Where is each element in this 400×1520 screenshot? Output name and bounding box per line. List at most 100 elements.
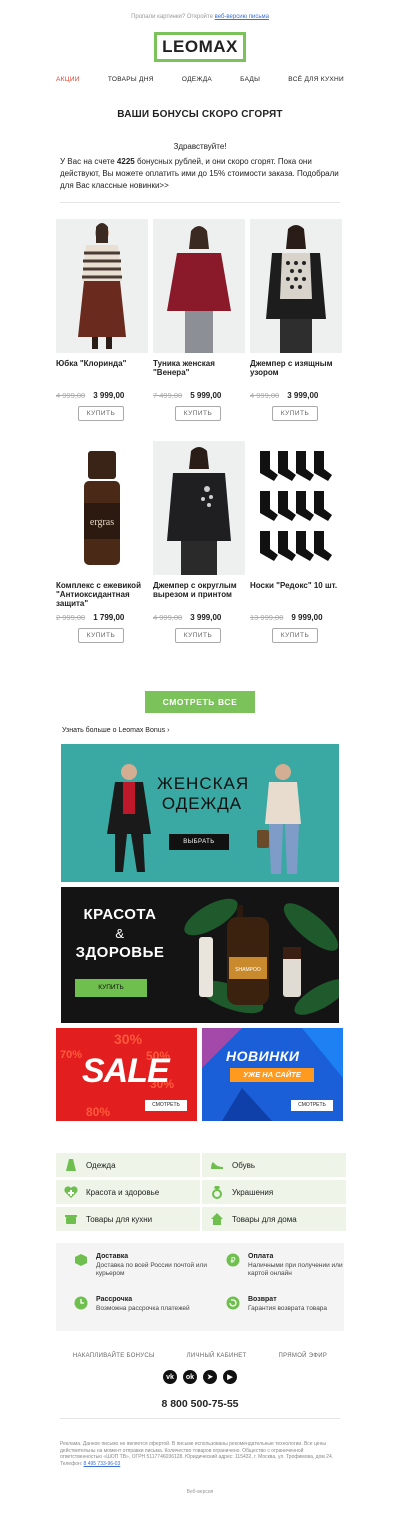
- banner-new[interactable]: НОВИНКИ УЖЕ НА САЙТЕ СМОТРЕТЬ: [202, 1028, 343, 1121]
- product-name[interactable]: Джемпер с изящным узором: [250, 359, 342, 387]
- nav-item-supplements[interactable]: БАДЫ: [240, 76, 260, 83]
- beauty-buy-button[interactable]: КУПИТЬ: [75, 979, 147, 997]
- bonus-info-link[interactable]: Узнать больше о Leomax Bonus ›: [62, 727, 400, 734]
- category-label: Товары для кухни: [86, 1214, 153, 1224]
- half-banners: 30% 70% 50% 80% 30% SALE СМОТРЕТЬ НОВИНКИ УЖ…: [56, 1028, 400, 1121]
- banner-womens-clothing[interactable]: ЖЕНСКАЯ ОДЕЖДА ВЫБРАТЬ: [61, 744, 339, 882]
- category-jewelry[interactable]: Украшения: [202, 1180, 346, 1204]
- new-title: НОВИНКИ: [226, 1048, 300, 1064]
- bonus-amount: 4225: [116, 157, 135, 166]
- footer-link-bonuses[interactable]: НАКАПЛИВАЙТЕ БОНУСЫ: [73, 1353, 155, 1359]
- bonus-info-label: Узнать больше о Leomax Bonus: [62, 727, 166, 734]
- nav-item-clothes[interactable]: ОДЕЖДА: [182, 76, 212, 83]
- support-phone[interactable]: 8 800 500-75-55: [0, 1398, 400, 1410]
- legal-phone-link[interactable]: 8 495 733-96-03: [84, 1461, 121, 1467]
- info-text: Гарантия возврата товара: [248, 1305, 328, 1312]
- youtube-icon[interactable]: ▶: [223, 1370, 237, 1384]
- info-title: Рассрочка: [96, 1296, 133, 1303]
- new-price: 9 999,00: [291, 613, 323, 622]
- banner-sale[interactable]: 30% 70% 50% 80% 30% SALE СМОТРЕТЬ: [56, 1028, 197, 1121]
- product-name[interactable]: Комплекс с ежевикой "Антиоксидантная защ…: [56, 581, 148, 609]
- product-name[interactable]: Носки "Редокс" 10 шт.: [250, 581, 342, 609]
- vk-icon[interactable]: vk: [163, 1370, 177, 1384]
- telegram-icon[interactable]: ➤: [203, 1370, 217, 1384]
- product-name[interactable]: Туника женская "Венера": [153, 359, 245, 387]
- banner-beauty-health[interactable]: SHAMPOO КРАСОТА & ЗДОРОВЬЕ КУПИТЬ: [61, 887, 339, 1023]
- legal-text: Реклама. Данное письмо не является оферт…: [0, 1441, 400, 1467]
- old-price: 4 999,00: [56, 391, 86, 400]
- banner-beauty-title-2: ЗДОРОВЬЕ: [75, 944, 165, 961]
- nav-item-actions[interactable]: АКЦИИ: [56, 76, 80, 83]
- info-title: Доставка: [96, 1253, 129, 1260]
- category-list: Одежда Обувь Красота и здоровье Украшени…: [0, 1153, 400, 1231]
- category-home[interactable]: Товары для дома: [202, 1207, 346, 1231]
- product-prices: 2 999,00 1 799,00: [56, 613, 148, 622]
- leomax-logo[interactable]: LEOMAX: [154, 32, 246, 62]
- category-label: Одежда: [86, 1160, 116, 1170]
- product-name[interactable]: Джемпер с округлым вырезом и принтом: [153, 581, 245, 609]
- nav-item-kitchen[interactable]: ВСЁ ДЛЯ КУХНИ: [288, 76, 344, 83]
- info-delivery: Доставка Доставка по всей России почтой и…: [74, 1253, 212, 1286]
- info-text: Наличными при получении или картой онлай…: [248, 1262, 343, 1277]
- return-icon: [226, 1296, 240, 1310]
- hero-title: ВАШИ БОНУСЫ СКОРО СГОРЯТ: [117, 109, 283, 120]
- product-image[interactable]: [153, 219, 245, 353]
- intro-before: У Вас на счете: [60, 157, 117, 166]
- product-image[interactable]: [250, 441, 342, 575]
- new-price: 3 999,00: [287, 391, 319, 400]
- buy-button[interactable]: КУПИТЬ: [175, 406, 221, 421]
- house-icon: [211, 1213, 223, 1225]
- heart-plus-icon: [64, 1186, 78, 1198]
- info-payment: ₽ Оплата Наличными при получении или карт…: [226, 1253, 364, 1286]
- buy-button[interactable]: КУПИТЬ: [78, 406, 124, 421]
- banner-women-title-2: ОДЕЖДА: [161, 794, 243, 813]
- divider: [60, 1418, 340, 1419]
- product-card: Джемпер с изящным узором 4 999,00 3 999,0…: [250, 219, 342, 441]
- product-prices: 7 499,00 5 999,00: [153, 391, 245, 400]
- category-clothes[interactable]: Одежда: [56, 1153, 200, 1177]
- product-grid: Юбка "Клоринда" 4 999,00 3 999,00 КУПИТЬ …: [0, 219, 400, 663]
- category-shoes[interactable]: Обувь: [202, 1153, 346, 1177]
- buy-button[interactable]: КУПИТЬ: [78, 628, 124, 643]
- product-image[interactable]: [250, 219, 342, 353]
- old-price: 4 999,00: [250, 391, 280, 400]
- product-image[interactable]: ergras: [56, 441, 148, 575]
- product-card: ergras Комплекс с ежевикой "Антиоксидант…: [56, 441, 148, 663]
- web-version-footer-link[interactable]: Веб-версия: [0, 1489, 400, 1495]
- divider: [60, 202, 340, 203]
- product-name[interactable]: Юбка "Клоринда": [56, 359, 148, 387]
- preheader-text: Пропали картинки? Откройте: [131, 14, 213, 20]
- clock-icon: [74, 1296, 88, 1310]
- preheader: Пропали картинки? Откройте веб-версию пи…: [0, 0, 400, 26]
- product-prices: 13 999,00 9 999,00: [250, 613, 342, 622]
- footer-link-live[interactable]: ПРЯМОЙ ЭФИР: [278, 1353, 327, 1359]
- info-installment: Рассрочка Возможна рассрочка платежей: [74, 1296, 212, 1321]
- see-all-button[interactable]: СМОТРЕТЬ ВСЕ: [145, 691, 255, 713]
- nav-item-deals[interactable]: ТОВАРЫ ДНЯ: [108, 76, 154, 83]
- odnoklassniki-icon[interactable]: ok: [183, 1370, 197, 1384]
- product-image[interactable]: [56, 219, 148, 353]
- banner-women-title: ЖЕНСКАЯ ОДЕЖДА: [157, 774, 248, 814]
- product-image[interactable]: [153, 441, 245, 575]
- main-nav: АКЦИИ ТОВАРЫ ДНЯ ОДЕЖДА БАДЫ ВСЁ ДЛЯ КУХ…: [0, 76, 400, 83]
- banner-beauty-amp: &: [115, 926, 125, 941]
- shoe-icon: [211, 1162, 223, 1169]
- sale-see-button[interactable]: СМОТРЕТЬ: [145, 1100, 187, 1111]
- bottle-label: ergras: [90, 517, 114, 528]
- footer-links: НАКАПЛИВАЙТЕ БОНУСЫ ЛИЧНЫЙ КАБИНЕТ ПРЯМО…: [0, 1353, 400, 1359]
- social-icons: vk ok ➤ ▶: [0, 1370, 400, 1384]
- buy-button[interactable]: КУПИТЬ: [272, 406, 318, 421]
- category-beauty[interactable]: Красота и здоровье: [56, 1180, 200, 1204]
- footer-link-account[interactable]: ЛИЧНЫЙ КАБИНЕТ: [187, 1353, 247, 1359]
- category-label: Украшения: [232, 1187, 274, 1197]
- choose-button[interactable]: ВЫБРАТЬ: [169, 834, 229, 850]
- category-kitchen[interactable]: Товары для кухни: [56, 1207, 200, 1231]
- new-see-button[interactable]: СМОТРЕТЬ: [291, 1100, 333, 1111]
- shampoo-label: SHAMPOO: [235, 967, 261, 973]
- buy-button[interactable]: КУПИТЬ: [272, 628, 318, 643]
- product-card: Туника женская "Венера" 7 499,00 5 999,00…: [153, 219, 245, 441]
- product-prices: 4 999,00 3 999,00: [250, 391, 342, 400]
- buy-button[interactable]: КУПИТЬ: [175, 628, 221, 643]
- service-info: Доставка Доставка по всей России почтой и…: [56, 1243, 344, 1331]
- web-version-link[interactable]: веб-версию письма: [215, 14, 269, 20]
